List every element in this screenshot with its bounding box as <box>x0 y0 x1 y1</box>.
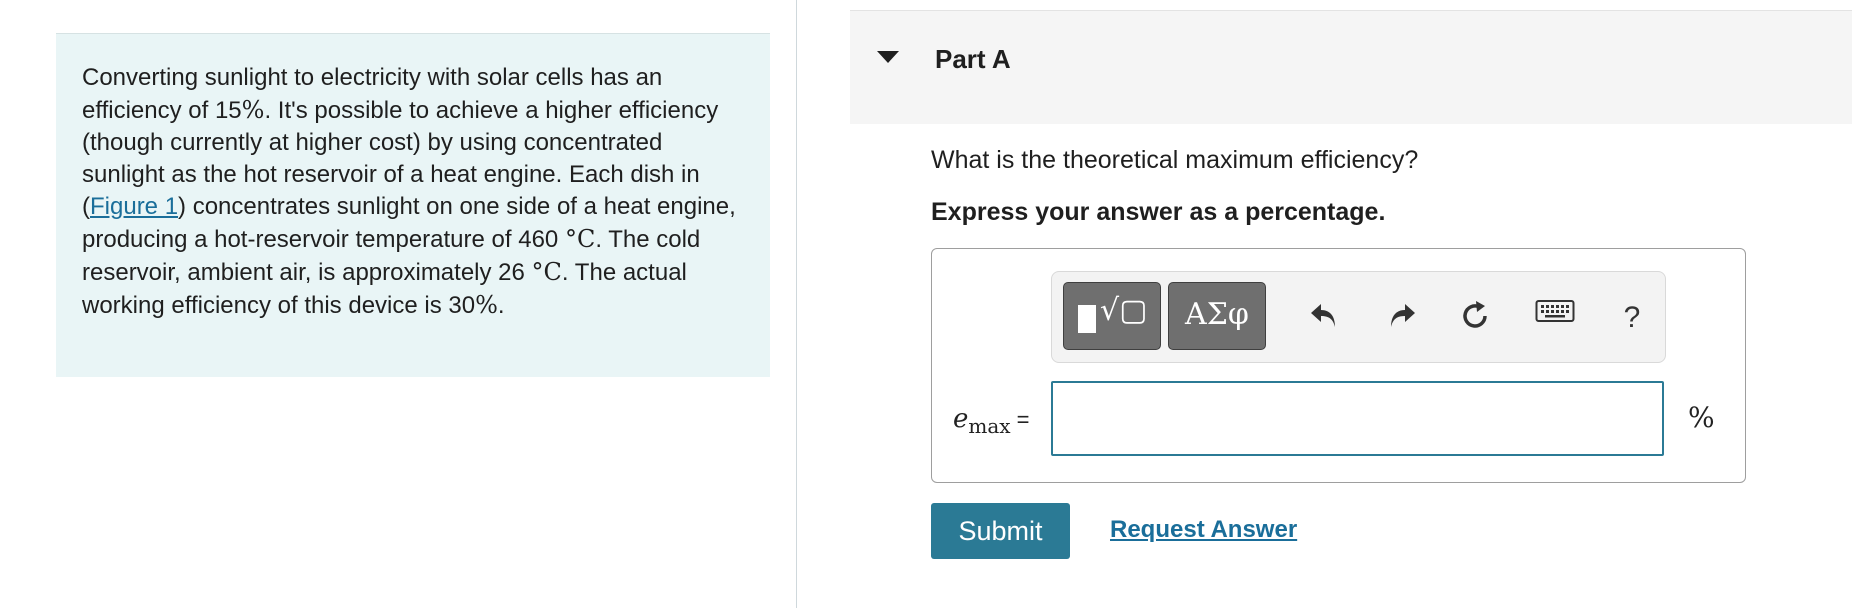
panel-divider <box>796 0 797 608</box>
answer-input[interactable] <box>1051 381 1664 456</box>
answer-box: √▢ ΑΣφ ? emax = % <box>931 248 1746 483</box>
keyboard-icon[interactable] <box>1532 298 1578 338</box>
problem-text: Converting sunlight to electricity with … <box>82 64 736 319</box>
templates-button[interactable]: √▢ <box>1063 282 1161 350</box>
request-answer-link[interactable]: Request Answer <box>1110 516 1297 544</box>
undo-icon[interactable] <box>1304 298 1344 338</box>
celsius-unit: °C <box>564 225 596 253</box>
part-a-header[interactable]: Part A <box>850 10 1852 124</box>
figure-1-link[interactable]: Figure 1 <box>90 193 178 220</box>
question-text: What is the theoretical maximum efficien… <box>931 146 1419 174</box>
celsius-unit: °C <box>531 258 562 286</box>
submit-button[interactable]: Submit <box>931 503 1070 559</box>
percent-symbol: % <box>475 291 498 319</box>
redo-icon[interactable] <box>1382 298 1422 338</box>
percent-symbol: % <box>241 96 265 124</box>
answer-unit: % <box>1688 401 1715 434</box>
part-title: Part A <box>935 44 1011 74</box>
problem-panel: Converting sunlight to electricity with … <box>56 33 770 377</box>
reset-icon[interactable] <box>1455 298 1495 338</box>
answer-variable-label: emax = <box>953 404 1030 439</box>
instruction-text: Express your answer as a percentage. <box>931 198 1386 226</box>
collapse-caret-icon[interactable] <box>877 51 899 63</box>
symbols-button[interactable]: ΑΣφ <box>1168 282 1266 350</box>
help-button[interactable]: ? <box>1612 298 1652 338</box>
math-toolbar: √▢ ΑΣφ ? <box>1051 271 1666 363</box>
